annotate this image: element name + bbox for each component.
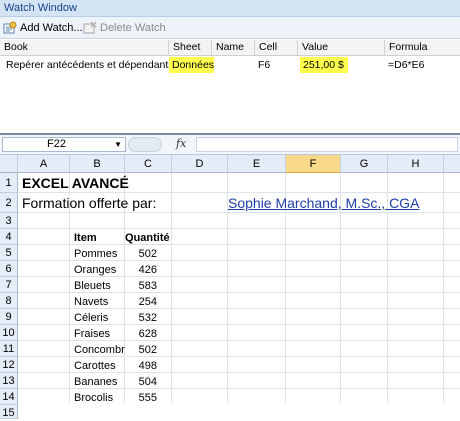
item-header[interactable]: Item (74, 230, 97, 246)
item-qty[interactable]: 498 (125, 358, 157, 374)
item-qty[interactable]: 504 (125, 374, 157, 390)
col-book[interactable]: Book (0, 40, 168, 55)
add-watch-button[interactable]: Add Watch... (3, 20, 83, 36)
item-name[interactable]: Bleuets (74, 278, 111, 294)
item-qty[interactable]: 583 (125, 278, 157, 294)
col-sheet[interactable]: Sheet (168, 40, 211, 55)
watch-book: Repérer antécédents et dépendants.xlsx (6, 59, 195, 71)
row-header-5[interactable]: 5 (0, 245, 18, 261)
row-header-7[interactable]: 7 (0, 277, 18, 293)
name-box[interactable]: F22 ▼ (2, 137, 126, 152)
gridline (18, 192, 460, 193)
col-header-c[interactable]: C (125, 155, 172, 173)
formula-bar: F22 ▼ fx (0, 135, 460, 155)
spreadsheet-grid[interactable]: A B C D E F G H 1 2 3 4 5 6 7 8 9 10 11 … (0, 155, 460, 419)
watch-formula: =D6*E6 (388, 59, 425, 71)
item-qty[interactable]: 254 (125, 294, 157, 310)
item-name[interactable]: Céleris (74, 310, 108, 326)
row-header-10[interactable]: 10 (0, 325, 18, 341)
item-qty[interactable]: 502 (125, 342, 157, 358)
delete-watch-icon (83, 21, 97, 35)
col-value[interactable]: Value (297, 40, 384, 55)
gridline (18, 228, 460, 229)
col-header-more (444, 155, 460, 173)
quantity-header[interactable]: Quantité (125, 230, 170, 246)
item-qty[interactable]: 555 (125, 390, 157, 406)
item-qty[interactable]: 502 (125, 246, 157, 262)
chevron-down-icon[interactable]: ▼ (114, 138, 122, 151)
formula-bar-splitter[interactable] (128, 137, 162, 152)
item-name[interactable]: Pommes (74, 246, 117, 262)
watch-columns-header: Book Sheet Name Cell Value Formula (0, 40, 460, 56)
delete-watch-button[interactable]: Delete Watch (83, 20, 166, 36)
col-header-b[interactable]: B (70, 155, 125, 173)
row-header-3[interactable]: 3 (0, 213, 18, 229)
col-formula[interactable]: Formula (384, 40, 460, 55)
sheet-title[interactable]: EXCEL AVANCÉ (22, 174, 129, 192)
watch-cell: F6 (258, 59, 271, 71)
watch-row[interactable]: Repérer antécédents et dépendants.xlsx D… (0, 57, 460, 73)
watch-window-toolbar: Add Watch... Delete Watch (0, 17, 460, 39)
row-header-15[interactable]: 15 (0, 405, 18, 419)
gridline (443, 173, 444, 403)
row-header-8[interactable]: 8 (0, 293, 18, 309)
add-watch-icon (3, 21, 17, 35)
item-name[interactable]: Navets (74, 294, 108, 310)
item-name[interactable]: Oranges (74, 262, 116, 278)
item-name[interactable]: Fraises (74, 326, 110, 342)
select-all-corner[interactable] (0, 155, 18, 173)
col-header-f[interactable]: F (286, 155, 341, 173)
formula-input[interactable] (196, 137, 458, 152)
col-name[interactable]: Name (211, 40, 254, 55)
watch-sheet: Données (169, 57, 215, 73)
row-header-12[interactable]: 12 (0, 357, 18, 373)
item-qty[interactable]: 426 (125, 262, 157, 278)
row-header-11[interactable]: 11 (0, 341, 18, 357)
delete-watch-label: Delete Watch (100, 22, 166, 34)
item-name[interactable]: Carottes (74, 358, 116, 374)
watch-value: 251,00 $ (300, 57, 348, 73)
col-header-d[interactable]: D (172, 155, 228, 173)
row-header-2[interactable]: 2 (0, 193, 18, 213)
row-header-13[interactable]: 13 (0, 373, 18, 389)
gridline (18, 212, 460, 213)
col-header-a[interactable]: A (18, 155, 70, 173)
item-qty[interactable]: 532 (125, 310, 157, 326)
row-header-9[interactable]: 9 (0, 309, 18, 325)
col-header-e[interactable]: E (228, 155, 286, 173)
item-name[interactable]: Bananes (74, 374, 117, 390)
row-header-6[interactable]: 6 (0, 261, 18, 277)
item-name[interactable]: Brocolis (74, 390, 113, 406)
col-cell[interactable]: Cell (254, 40, 297, 55)
row-header-1[interactable]: 1 (0, 173, 18, 193)
sheet-subtitle[interactable]: Formation offerte par: (22, 194, 156, 212)
col-header-g[interactable]: G (341, 155, 388, 173)
gridline (171, 173, 172, 403)
name-box-value: F22 (47, 138, 66, 150)
item-qty[interactable]: 628 (125, 326, 157, 342)
row-header-4[interactable]: 4 (0, 229, 18, 245)
col-header-h[interactable]: H (388, 155, 444, 173)
watch-window-title: Watch Window (0, 0, 460, 17)
watch-name (212, 57, 215, 73)
add-watch-label: Add Watch... (20, 22, 83, 34)
item-name[interactable]: Concombre (74, 342, 125, 358)
author-link[interactable]: Sophie Marchand, M.Sc., CGA (228, 194, 419, 212)
insert-function-icon[interactable]: fx (176, 137, 186, 150)
